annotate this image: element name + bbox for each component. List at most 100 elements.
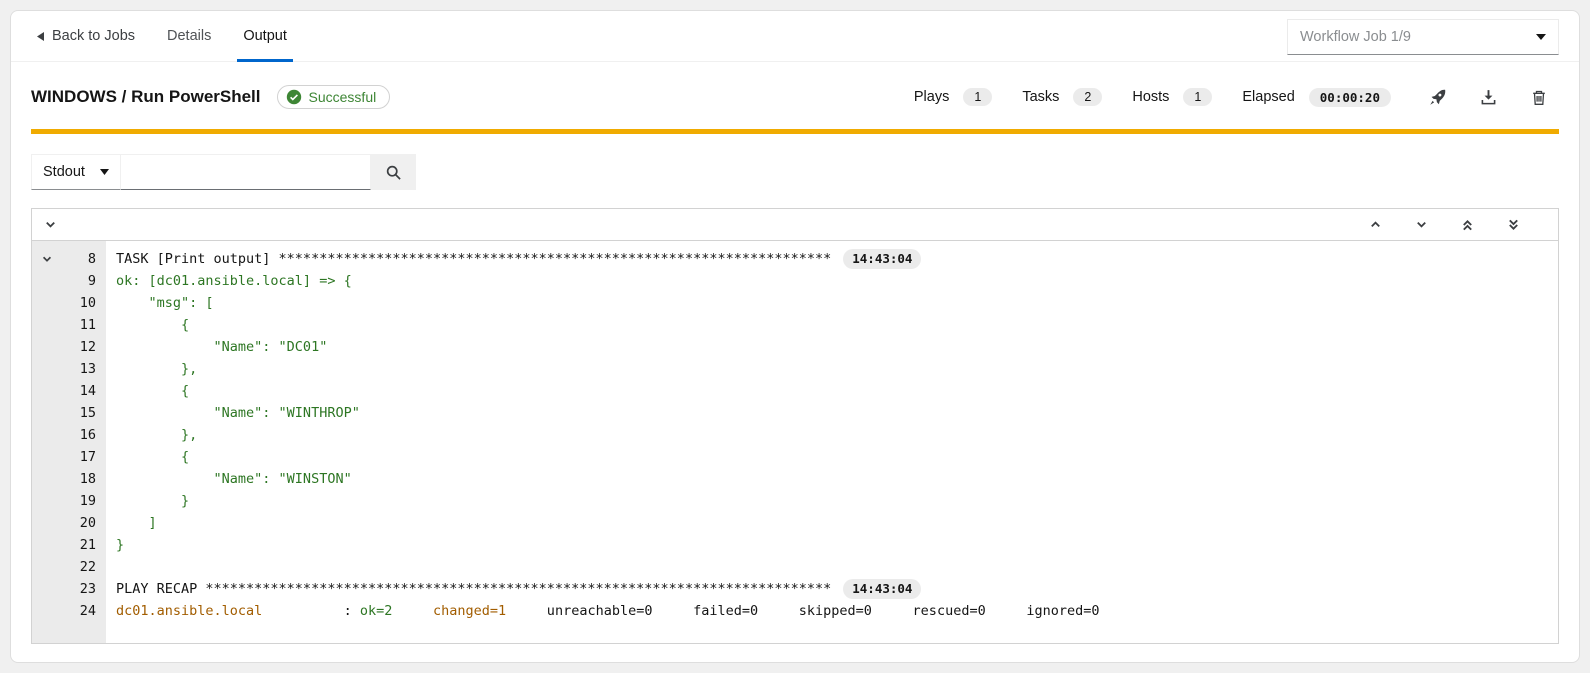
job-header: WINDOWS / Run PowerShell Successful Play… <box>31 79 1559 115</box>
relaunch-rocket-button[interactable] <box>1427 87 1448 108</box>
rocket-icon <box>1429 89 1446 106</box>
status-badge-label: Successful <box>309 89 377 105</box>
log-line: 20 ] <box>32 512 1558 534</box>
tab-details[interactable]: Details <box>151 11 227 61</box>
expand-task-chevron-icon[interactable] <box>41 253 53 265</box>
search-input[interactable] <box>121 154 371 190</box>
line-number: 17 <box>80 446 96 468</box>
back-to-jobs-label: Back to Jobs <box>52 28 135 44</box>
log-segment: ok: [dc01.ansible.local] => { <box>116 273 352 289</box>
scroll-to-top-button[interactable] <box>1461 218 1474 232</box>
line-content: { <box>106 446 189 468</box>
line-content: { <box>106 380 189 402</box>
job-output-card: Back to Jobs Details Output Workflow Job… <box>10 10 1580 663</box>
line-content: PLAY RECAP *****************************… <box>106 578 921 600</box>
log-segment: "Name": "WINSTON" <box>116 471 352 487</box>
line-number: 8 <box>88 248 96 270</box>
log-segment: }, <box>116 427 197 443</box>
line-gutter: 12 <box>32 336 106 358</box>
log-line: 9 ok: [dc01.ansible.local] => { <box>32 270 1558 292</box>
tab-output[interactable]: Output <box>227 11 303 61</box>
line-content: } <box>106 490 189 512</box>
line-gutter: 21 <box>32 534 106 556</box>
search-button[interactable] <box>371 154 416 190</box>
job-actions <box>1427 87 1549 108</box>
download-output-button[interactable] <box>1478 87 1499 108</box>
log-segment: TASK [Print output] ********************… <box>116 251 831 267</box>
line-number: 23 <box>80 578 96 600</box>
trash-icon <box>1531 89 1547 106</box>
log-segment: "Name": "WINTHROP" <box>116 405 360 421</box>
log-gutter-filler <box>32 622 1558 643</box>
job-stat: Hosts 1 <box>1132 88 1212 106</box>
line-number: 10 <box>80 292 96 314</box>
line-content: } <box>106 534 124 556</box>
log-line: 17 { <box>32 446 1558 468</box>
line-content: ok: [dc01.ansible.local] => { <box>106 270 352 292</box>
line-number: 11 <box>80 314 96 336</box>
stdout-toolbar <box>32 209 1558 241</box>
log-segment: ] <box>116 515 157 531</box>
workflow-job-select-value: Workflow Job 1/9 <box>1300 29 1411 45</box>
line-content: TASK [Print output] ********************… <box>106 248 921 270</box>
stat-label: Hosts <box>1132 89 1169 105</box>
log-segment <box>392 603 433 619</box>
line-gutter: 16 <box>32 424 106 446</box>
log-segment: } <box>116 537 124 553</box>
line-gutter: 17 <box>32 446 106 468</box>
scroll-to-bottom-button[interactable] <box>1507 218 1520 232</box>
timestamp-chip: 14:43:04 <box>843 249 921 269</box>
line-gutter: 22 <box>32 556 106 578</box>
log-segment: unreachable=0 failed=0 skipped=0 rescued… <box>506 603 1099 619</box>
line-number: 20 <box>80 512 96 534</box>
line-number: 14 <box>80 380 96 402</box>
stat-value-badge: 1 <box>1183 88 1212 106</box>
stat-value-badge: 2 <box>1073 88 1102 106</box>
log-line: 14 { <box>32 380 1558 402</box>
stat-label: Elapsed <box>1242 89 1294 105</box>
log-segment: "Name": "DC01" <box>116 339 327 355</box>
chevron-down-icon <box>1415 218 1428 231</box>
line-gutter: 15 <box>32 402 106 424</box>
line-number: 12 <box>80 336 96 358</box>
tab-bar: Back to Jobs Details Output Workflow Job… <box>11 11 1579 62</box>
back-to-jobs-link[interactable]: Back to Jobs <box>21 11 151 61</box>
log-line: 19 } <box>32 490 1558 512</box>
collapse-all-button[interactable] <box>44 218 57 231</box>
log-segment: } <box>116 493 189 509</box>
log-line: 7 <box>32 241 1558 248</box>
stat-label: Tasks <box>1022 89 1059 105</box>
output-type-value: Stdout <box>43 164 85 180</box>
job-status-bar <box>31 129 1559 134</box>
line-gutter: 20 <box>32 512 106 534</box>
log-line: 16 }, <box>32 424 1558 446</box>
download-icon <box>1480 89 1497 106</box>
log-line: 24dc01.ansible.local : ok=2 changed=1 un… <box>32 600 1558 622</box>
line-number: 19 <box>80 490 96 512</box>
log-segment: : <box>262 603 360 619</box>
stdout-log: 78 TASK [Print output] ******************… <box>32 241 1558 643</box>
log-line: 11 { <box>32 314 1558 336</box>
job-stat: Elapsed00:00:20 <box>1242 88 1391 107</box>
log-segment: PLAY RECAP *****************************… <box>116 581 831 597</box>
line-number: 13 <box>80 358 96 380</box>
line-content: "Name": "WINSTON" <box>106 468 352 490</box>
check-circle-icon <box>286 89 302 105</box>
output-type-select[interactable]: Stdout <box>31 154 121 190</box>
previous-match-button[interactable] <box>1369 218 1382 231</box>
log-segment: "msg": [ <box>116 295 214 311</box>
line-number: 9 <box>88 270 96 292</box>
line-gutter: 13 <box>32 358 106 380</box>
line-number: 15 <box>80 402 96 424</box>
line-gutter: 18 <box>32 468 106 490</box>
line-gutter: 10 <box>32 292 106 314</box>
status-badge: Successful <box>277 85 391 109</box>
line-number: 21 <box>80 534 96 556</box>
caret-down-icon <box>1536 34 1546 40</box>
next-match-button[interactable] <box>1415 218 1428 231</box>
workflow-job-select[interactable]: Workflow Job 1/9 <box>1287 19 1559 55</box>
page-title: WINDOWS / Run PowerShell <box>31 87 261 107</box>
line-gutter: 7 <box>32 241 106 248</box>
line-content <box>106 241 116 248</box>
delete-job-button[interactable] <box>1529 87 1549 108</box>
